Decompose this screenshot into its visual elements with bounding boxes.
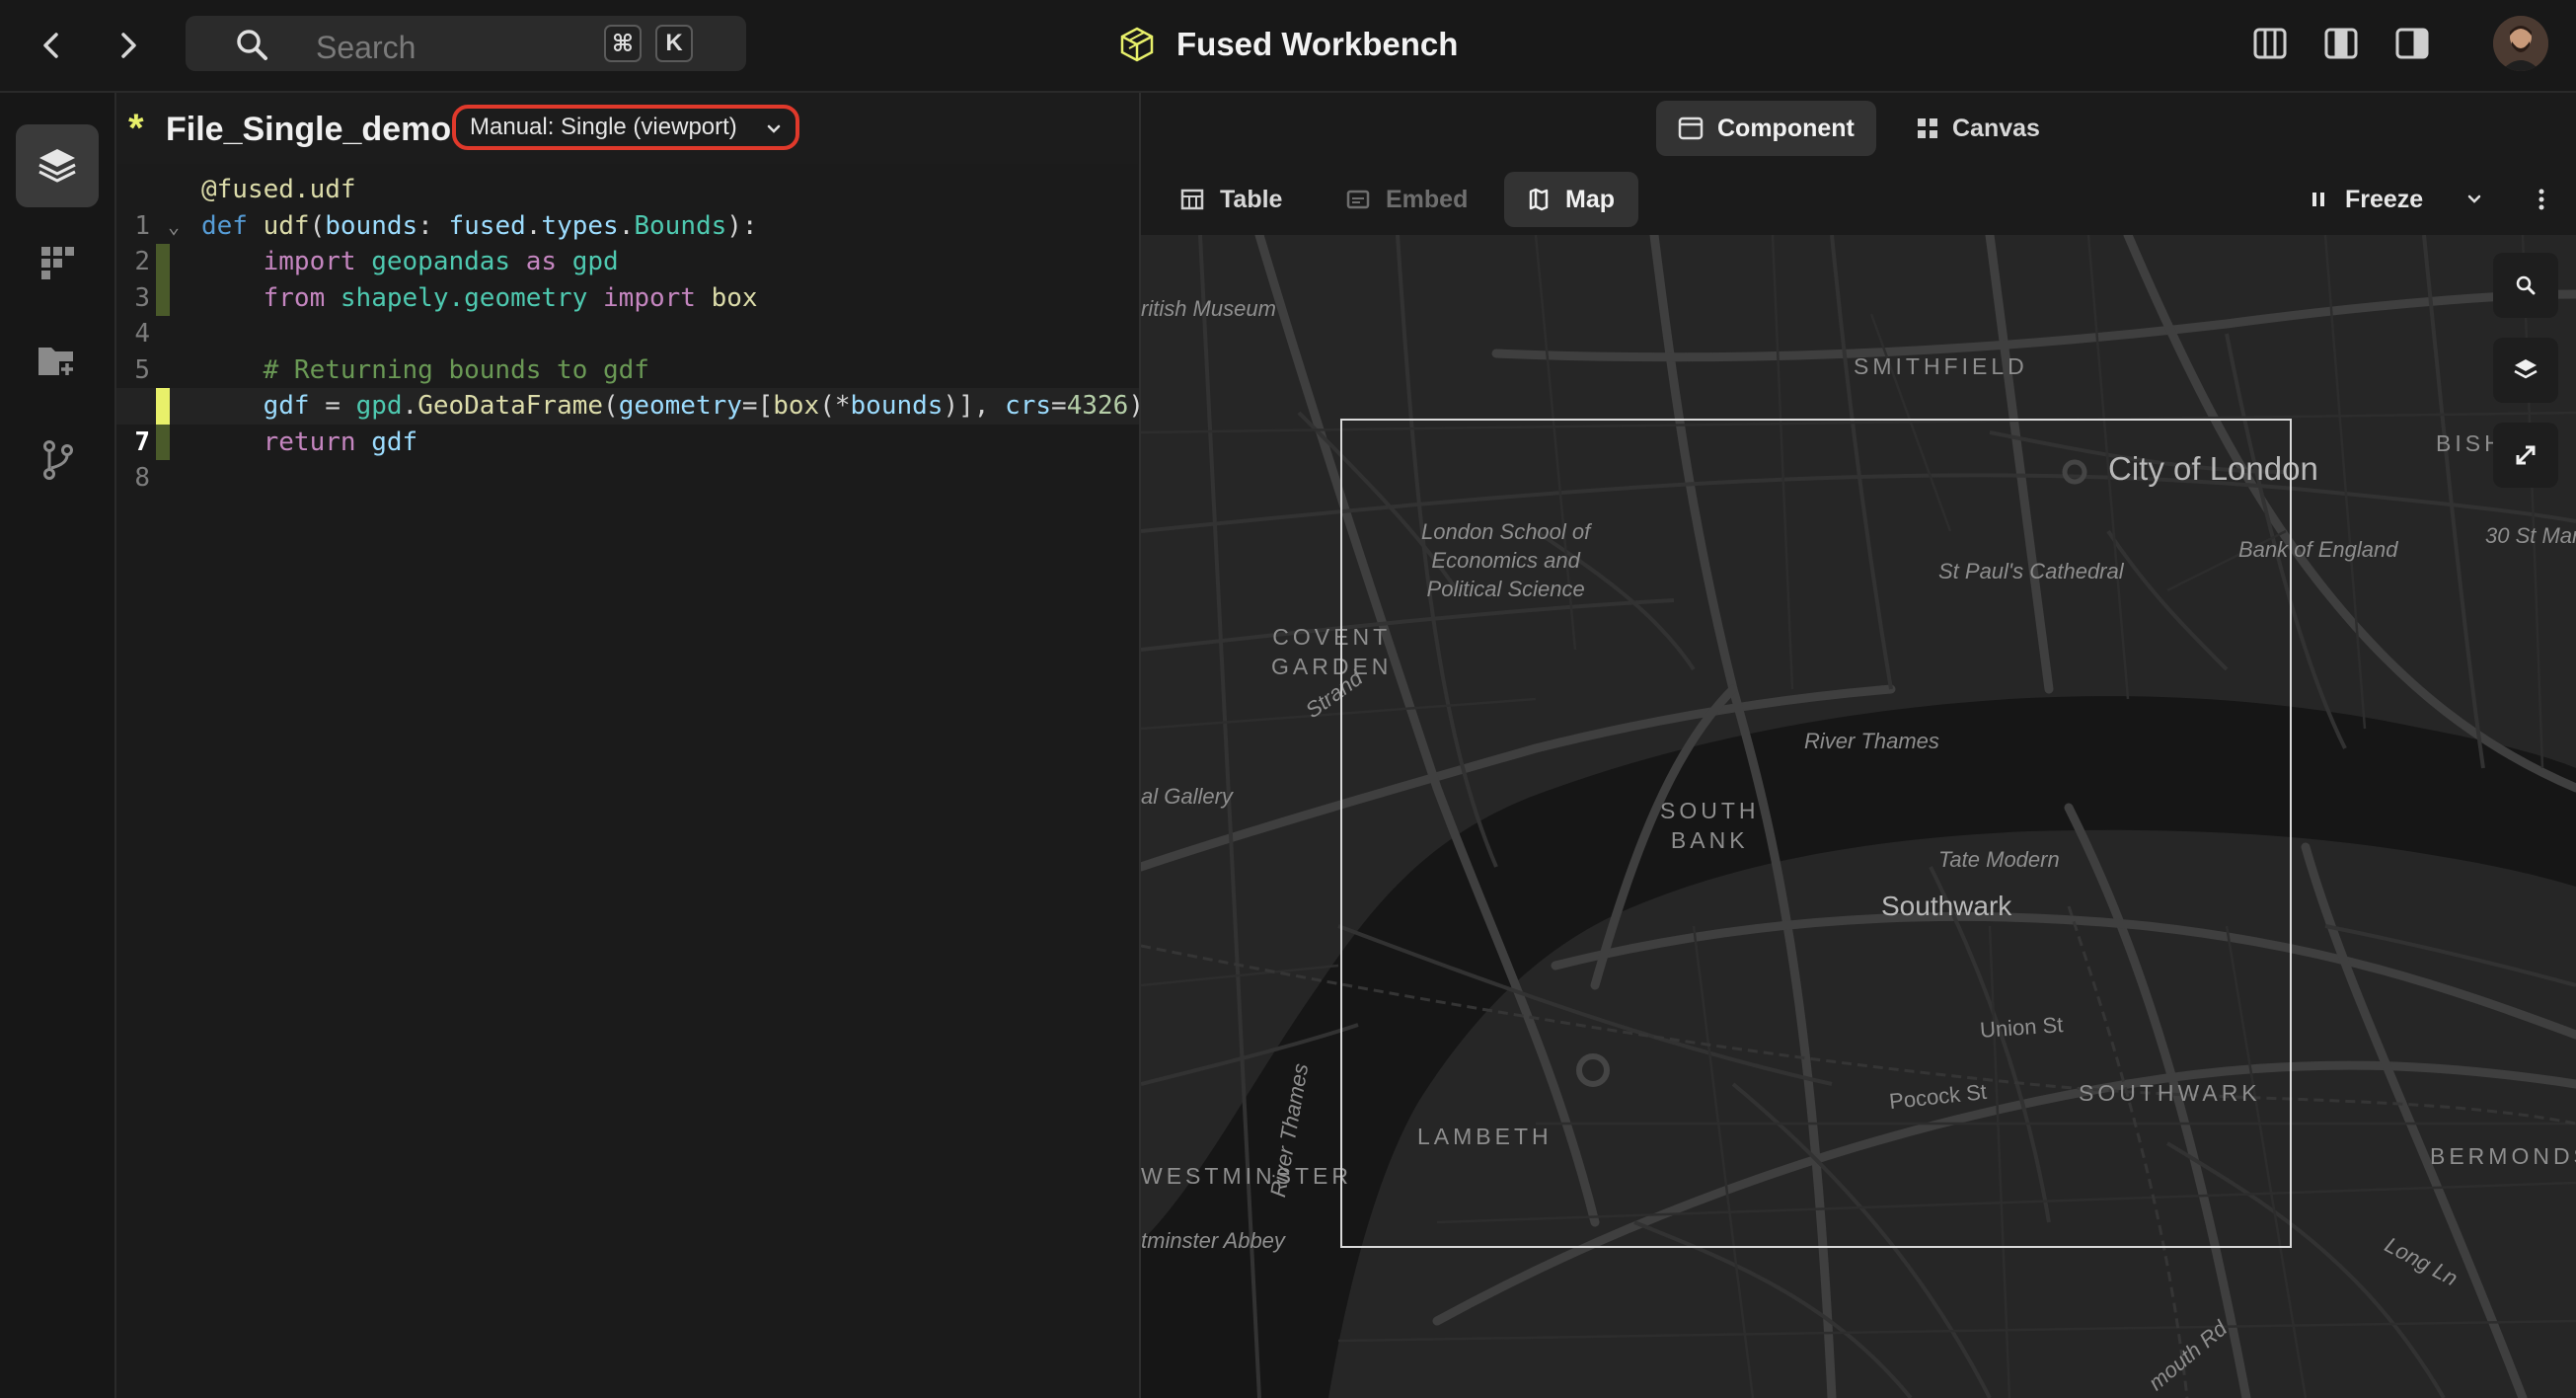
layout-right-button[interactable] xyxy=(2392,24,2432,63)
code-line-2[interactable]: 2 ⌄ def udf(bounds: fused.types.Bounds): xyxy=(116,208,1139,277)
line-number: 8 xyxy=(134,463,150,493)
map-icon xyxy=(1529,188,1549,211)
rail-item-catalog[interactable] xyxy=(16,221,99,304)
rail-item-files[interactable] xyxy=(16,320,99,403)
fold-chevron-icon[interactable]: ⌄ xyxy=(168,208,180,245)
file-header: * File_Single_demo Manual: Single (viewp… xyxy=(116,93,1139,164)
more-vertical-icon xyxy=(2538,189,2544,210)
layout-center-icon xyxy=(2324,28,2358,59)
chevron-left-icon xyxy=(43,33,58,58)
map-label: tminster Abbey xyxy=(1141,1228,1285,1253)
branch-icon xyxy=(43,440,73,480)
search-bar[interactable]: Search ⌘ K xyxy=(186,16,746,71)
toggle-canvas[interactable]: Canvas xyxy=(1895,101,2062,156)
expand-icon xyxy=(2516,445,2536,465)
map-label: BERMONDSE xyxy=(2430,1143,2576,1169)
shortcut-key-k: K xyxy=(655,25,693,62)
code-area[interactable]: 1 @fused.udf 2 ⌄ def udf(bounds: fused.t… xyxy=(116,172,1144,493)
view-tabs-bar: Table Embed Map Freeze xyxy=(1141,164,2576,235)
more-options-button[interactable] xyxy=(2527,182,2556,217)
pause-icon xyxy=(2312,193,2324,206)
forward-button[interactable] xyxy=(107,24,150,67)
layout-left-button[interactable] xyxy=(2250,24,2290,63)
execution-mode-select[interactable]: Manual: Single (viewport) xyxy=(452,105,799,150)
map-view[interactable]: ritish Museum SMITHFIELD City of London … xyxy=(1141,235,2576,1398)
tab-embed[interactable]: Embed xyxy=(1323,172,1491,227)
code-text: def udf(bounds: fused.types.Bounds): xyxy=(201,210,758,241)
toggle-canvas-label: Canvas xyxy=(1952,114,2040,142)
freeze-label: Freeze xyxy=(2345,185,2424,213)
embed-icon xyxy=(1346,190,1370,209)
window-icon xyxy=(1678,116,1704,140)
layout-center-button[interactable] xyxy=(2321,24,2361,63)
search-placeholder: Search xyxy=(316,30,417,65)
search-icon xyxy=(2516,275,2536,295)
code-line-8[interactable]: 8 return gdf xyxy=(116,424,1139,493)
code-line-6[interactable]: 6 # Returning bounds to gdf xyxy=(116,352,1139,422)
code-text: from shapely.geometry import box xyxy=(263,282,758,313)
map-label: WESTMINSTER xyxy=(1141,1163,1352,1189)
current-line-gutter-marker xyxy=(156,388,170,425)
viewport-bounds-rectangle xyxy=(1340,419,2292,1248)
toggle-component-label: Component xyxy=(1717,114,1855,142)
code-editor-panel: * File_Single_demo Manual: Single (viewp… xyxy=(116,93,1144,1398)
modified-gutter-marker xyxy=(156,244,170,280)
avatar[interactable] xyxy=(2493,16,2548,71)
code-text: import geopandas as gpd xyxy=(263,247,619,276)
rail-item-git[interactable] xyxy=(16,419,99,502)
modified-gutter-marker xyxy=(156,279,170,316)
rail-item-layers[interactable] xyxy=(16,124,99,207)
tab-table[interactable]: Table xyxy=(1157,172,1306,227)
tab-map-label: Map xyxy=(1565,185,1615,213)
map-search-button[interactable] xyxy=(2493,253,2558,318)
code-text: gdf = gpd.GeoDataFrame(geometry=[box(*bo… xyxy=(263,391,1144,421)
map-label: al Gallery xyxy=(1141,784,1233,809)
output-panel: Component Canvas Table Embed Map Freeze xyxy=(1141,93,2576,1398)
map-layers-button[interactable] xyxy=(2493,338,2558,403)
top-bar: Search ⌘ K Fused Workbench xyxy=(0,0,2576,93)
tab-table-label: Table xyxy=(1220,185,1283,213)
code-line-7[interactable]: 7 gdf = gpd.GeoDataFrame(geometry=[box(*… xyxy=(116,388,1144,457)
search-icon xyxy=(237,30,267,60)
chevron-right-icon xyxy=(121,33,136,58)
code-line-4[interactable]: 4 from shapely.geometry import box xyxy=(116,279,1139,349)
code-text: # Returning bounds to gdf xyxy=(263,354,649,385)
table-icon xyxy=(1180,189,1204,210)
layout-right-icon xyxy=(2395,28,2429,59)
back-button[interactable] xyxy=(30,24,73,67)
app-title-text: Fused Workbench xyxy=(1176,26,1459,62)
code-text: return gdf xyxy=(263,427,418,457)
app-title: Fused Workbench xyxy=(1117,20,1458,69)
freeze-button[interactable]: Freeze xyxy=(2310,172,2484,227)
layers-icon xyxy=(2514,359,2538,379)
unsaved-marker: * xyxy=(128,107,144,150)
map-label: ritish Museum xyxy=(1141,296,1276,321)
code-line-5[interactable]: 5 xyxy=(116,316,1139,385)
code-line-1[interactable]: 1 @fused.udf xyxy=(116,172,1139,241)
map-label: 30 St Mar xyxy=(2485,523,2576,548)
layers-icon xyxy=(38,149,76,183)
grid-icon xyxy=(41,247,74,279)
tab-embed-label: Embed xyxy=(1386,185,1469,213)
file-name[interactable]: File_Single_demo xyxy=(166,111,451,149)
chevron-down-icon xyxy=(767,124,781,133)
modified-gutter-marker xyxy=(156,424,170,460)
map-label: SMITHFIELD xyxy=(1854,353,2028,379)
fused-logo-icon xyxy=(1120,27,1154,62)
layout-left-icon xyxy=(2253,28,2287,59)
code-text: @fused.udf xyxy=(201,175,356,204)
tab-map[interactable]: Map xyxy=(1504,172,1638,227)
execution-mode-value: Manual: Single (viewport) xyxy=(470,114,737,140)
shortcut-key-cmd: ⌘ xyxy=(604,25,642,62)
chevron-down-icon[interactable] xyxy=(2464,190,2484,209)
user-avatar-icon xyxy=(2493,16,2548,71)
map-expand-button[interactable] xyxy=(2493,423,2558,488)
toggle-component[interactable]: Component xyxy=(1656,101,1876,156)
folder-add-icon xyxy=(38,348,75,377)
left-rail xyxy=(0,93,116,1398)
grid-icon xyxy=(1918,118,1937,138)
code-line-3[interactable]: 3 import geopandas as gpd xyxy=(116,244,1139,313)
